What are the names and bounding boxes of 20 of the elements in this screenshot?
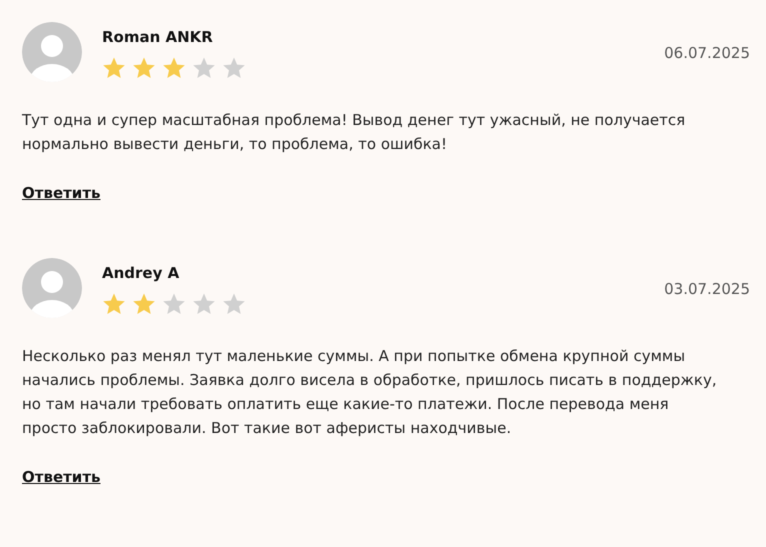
star-icon <box>132 292 156 316</box>
review-text: Несколько раз менял тут маленькие суммы. А при попытке обмена крупной суммы начались проблемы. Заявка долго висела в обработке, пришлось писать в поддержку, но там начали требовать оплатить еще какие-то платежи. После перевода меня просто заблокировали. Вот такие вот аферисты находчивые. <box>22 346 718 439</box>
author-name: Andrey A <box>102 264 180 282</box>
star-icon <box>222 292 246 316</box>
star-icon <box>102 56 126 80</box>
review-date: 06.07.2025 <box>664 44 750 62</box>
star-icon <box>162 292 186 316</box>
star-icon <box>222 56 246 80</box>
reply-link[interactable]: Ответить <box>22 184 100 202</box>
star-icon <box>162 56 186 80</box>
star-icon <box>102 292 126 316</box>
review-text: Тут одна и супер масштабная проблема! Вывод денег тут ужасный, не получается нормально вывести деньги, то проблема, то ошибка! <box>22 110 686 155</box>
avatar-icon <box>22 22 82 82</box>
review-date: 03.07.2025 <box>664 280 750 298</box>
reply-link[interactable]: Ответить <box>22 468 100 486</box>
star-icon <box>192 292 216 316</box>
author-name: Roman ANKR <box>102 28 214 46</box>
avatar-icon <box>22 258 82 318</box>
star-icon <box>192 56 216 80</box>
star-icon <box>132 56 156 80</box>
